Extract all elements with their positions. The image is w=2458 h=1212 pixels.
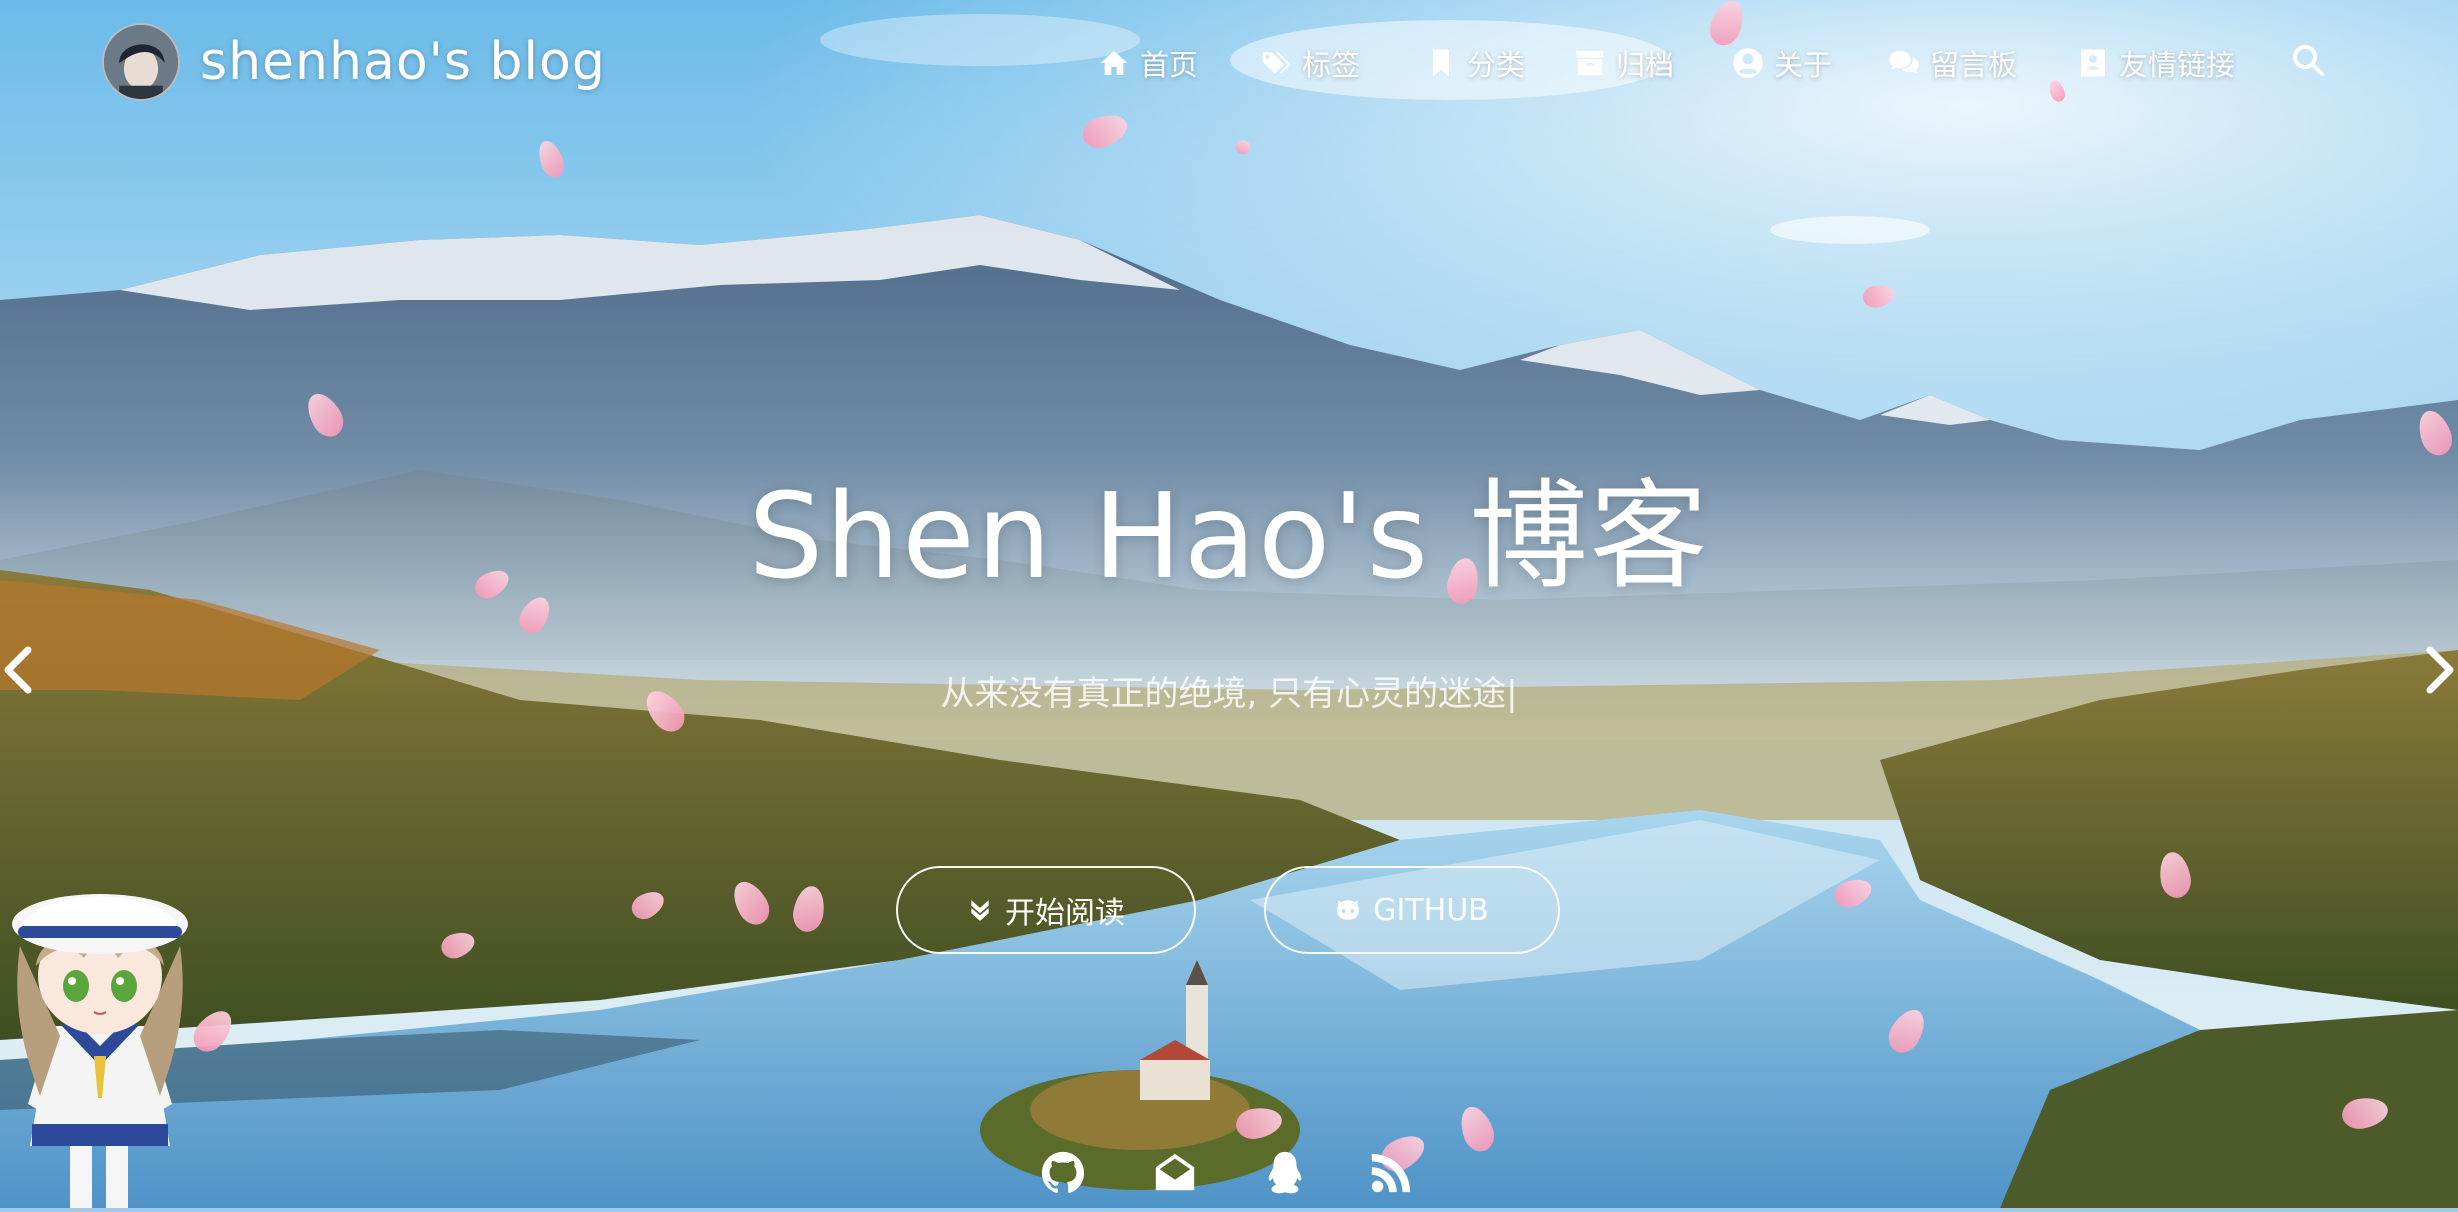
nav-item-label: 分类 — [1467, 48, 1526, 82]
comments-icon — [1889, 51, 1919, 74]
top-navigation: shenhao's blog 首页 标签 分类 归档 关于 留言板 友情链接 — [0, 0, 2458, 126]
home-icon — [1100, 51, 1128, 75]
site-title: shenhao's blog — [200, 32, 606, 92]
search-button[interactable] — [2290, 42, 2330, 82]
chevron-left-icon — [4, 646, 32, 694]
rss-icon — [1371, 1153, 1411, 1193]
chevron-right-icon — [2426, 646, 2454, 694]
github-icon — [1041, 1151, 1085, 1193]
nav-item-label: 留言板 — [1930, 48, 2018, 82]
nav-item-label: 友情链接 — [2119, 48, 2236, 82]
nav-item-label: 标签 — [1302, 48, 1361, 82]
github-social-link[interactable] — [1040, 1150, 1088, 1198]
github-cat-icon — [1337, 900, 1360, 920]
github-button[interactable]: GITHUB — [1264, 866, 1560, 954]
start-reading-button[interactable]: 开始阅读 — [896, 866, 1196, 954]
nav-item-label: 归档 — [1616, 48, 1675, 82]
brand-link[interactable]: shenhao's blog — [102, 22, 606, 102]
github-label: GITHUB — [1373, 892, 1489, 928]
nav-item-categories[interactable]: 分类 — [1425, 42, 1525, 84]
nav-item-home[interactable]: 首页 — [1098, 42, 1198, 84]
nav-item-about[interactable]: 关于 — [1732, 42, 1832, 84]
user-circle-icon — [1733, 48, 1763, 78]
search-icon — [2293, 45, 2324, 76]
nav-item-guestbook[interactable]: 留言板 — [1888, 42, 2017, 84]
nav-item-label: 关于 — [1774, 48, 1833, 82]
archive-icon — [1576, 51, 1604, 75]
nav-item-links[interactable]: 友情链接 — [2077, 42, 2235, 84]
prev-slide-arrow[interactable] — [0, 640, 40, 700]
chevron-double-down-icon — [971, 900, 989, 921]
email-social-link[interactable] — [1152, 1150, 1200, 1198]
live2d-mascot[interactable] — [0, 866, 200, 1208]
hero-title: Shen Hao's 博客 — [748, 467, 1710, 605]
tags-icon — [1262, 52, 1291, 74]
rss-social-link[interactable] — [1368, 1150, 1416, 1198]
nav-item-archive[interactable]: 归档 — [1574, 42, 1674, 84]
hero-subtitle: 从来没有真正的绝境, 只有心灵的迷途| — [940, 674, 1518, 714]
qq-icon — [1268, 1151, 1302, 1194]
avatar-icon — [102, 23, 180, 101]
address-book-icon — [2081, 49, 2105, 77]
qq-social-link[interactable] — [1262, 1150, 1310, 1198]
next-slide-arrow[interactable] — [2418, 640, 2458, 700]
bookmark-icon — [1433, 49, 1449, 77]
nav-item-label: 首页 — [1140, 48, 1199, 82]
start-reading-label: 开始阅读 — [1005, 896, 1125, 931]
nav-item-tags[interactable]: 标签 — [1260, 42, 1360, 84]
mail-icon — [1155, 1153, 1195, 1191]
